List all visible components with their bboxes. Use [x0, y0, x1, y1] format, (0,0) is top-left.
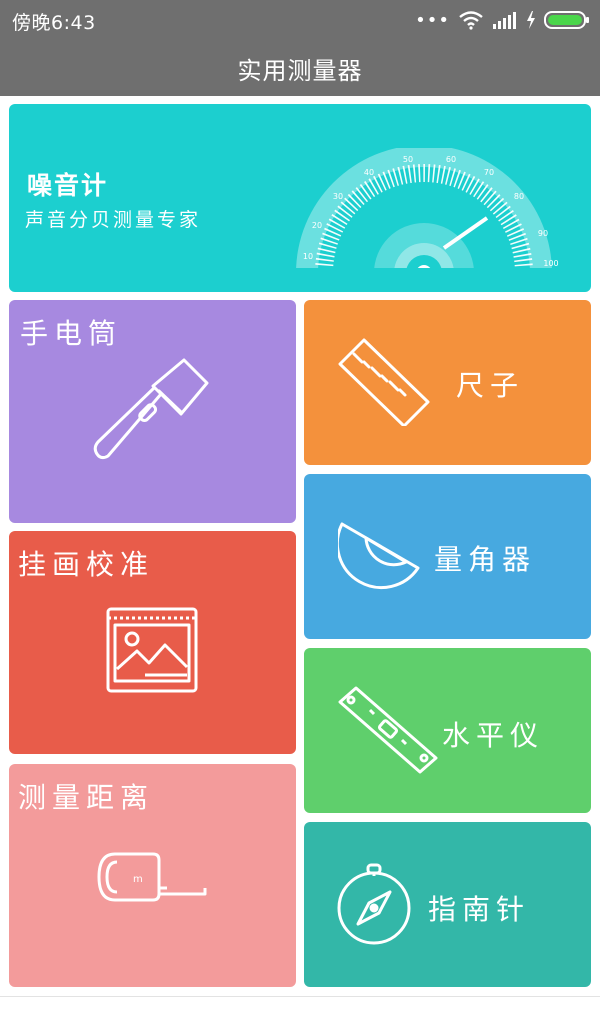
page-title: 实用测量器 [237, 56, 363, 85]
tile-compass[interactable]: 指南针 [304, 822, 591, 987]
dial-tick-90: 90 [538, 229, 548, 238]
compass-label: 指南针 [428, 893, 531, 926]
tile-noise-meter[interactable]: 噪音计 声音分贝测量专家 10 20 30 40 50 60 70 80 90 [9, 104, 591, 292]
spirit-level-icon [338, 686, 438, 774]
noise-meter-subtitle: 声音分贝测量专家 [25, 209, 202, 231]
noise-meter-title: 噪音计 [27, 171, 109, 200]
app-title-bar: 实用测量器 [0, 40, 600, 96]
status-bar: 傍晚6:43 ••• [0, 0, 600, 40]
dial-tick-10: 10 [303, 252, 313, 261]
tile-flashlight[interactable]: 手电筒 [9, 300, 296, 523]
flashlight-icon [93, 358, 209, 460]
picture-calibration-label: 挂画校准 [18, 548, 155, 581]
wifi-icon [459, 11, 483, 30]
dial-tick-80: 80 [514, 192, 524, 201]
protractor-label: 量角器 [434, 543, 537, 576]
sound-meter-dial-icon: 10 20 30 40 50 60 70 80 90 100 [296, 148, 559, 268]
flashlight-label: 手电筒 [20, 317, 123, 350]
tile-picture-calibration[interactable]: 挂画校准 [9, 531, 296, 754]
tape-measure-icon: m [97, 852, 207, 902]
signal-icon [493, 12, 516, 29]
dial-tick-100: 100 [543, 259, 558, 268]
level-label: 水平仪 [442, 719, 545, 752]
dial-tick-30: 30 [333, 192, 343, 201]
dial-tick-60: 60 [446, 155, 456, 164]
charging-icon [527, 11, 535, 29]
more-dots-icon: ••• [415, 9, 450, 31]
ruler-icon [338, 338, 430, 426]
dial-tick-40: 40 [364, 168, 374, 177]
tile-ruler[interactable]: 尺子 [304, 300, 591, 465]
distance-label: 测量距离 [18, 781, 155, 814]
tile-spirit-level[interactable]: 水平仪 [304, 648, 591, 813]
bottom-divider [0, 996, 600, 997]
compass-icon [337, 863, 411, 945]
tile-protractor[interactable]: 量角器 [304, 474, 591, 639]
svg-text:m: m [133, 874, 143, 885]
ruler-label: 尺子 [456, 369, 525, 402]
dial-tick-20: 20 [312, 221, 322, 230]
picture-frame-icon [106, 607, 198, 693]
dial-tick-50: 50 [403, 155, 413, 164]
tile-distance-measure[interactable]: 测量距离 m [9, 764, 296, 987]
status-icons: ••• [415, 6, 590, 34]
status-time: 傍晚6:43 [12, 12, 96, 34]
battery-icon [544, 11, 589, 29]
protractor-icon [338, 522, 420, 590]
dial-tick-70: 70 [484, 168, 494, 177]
